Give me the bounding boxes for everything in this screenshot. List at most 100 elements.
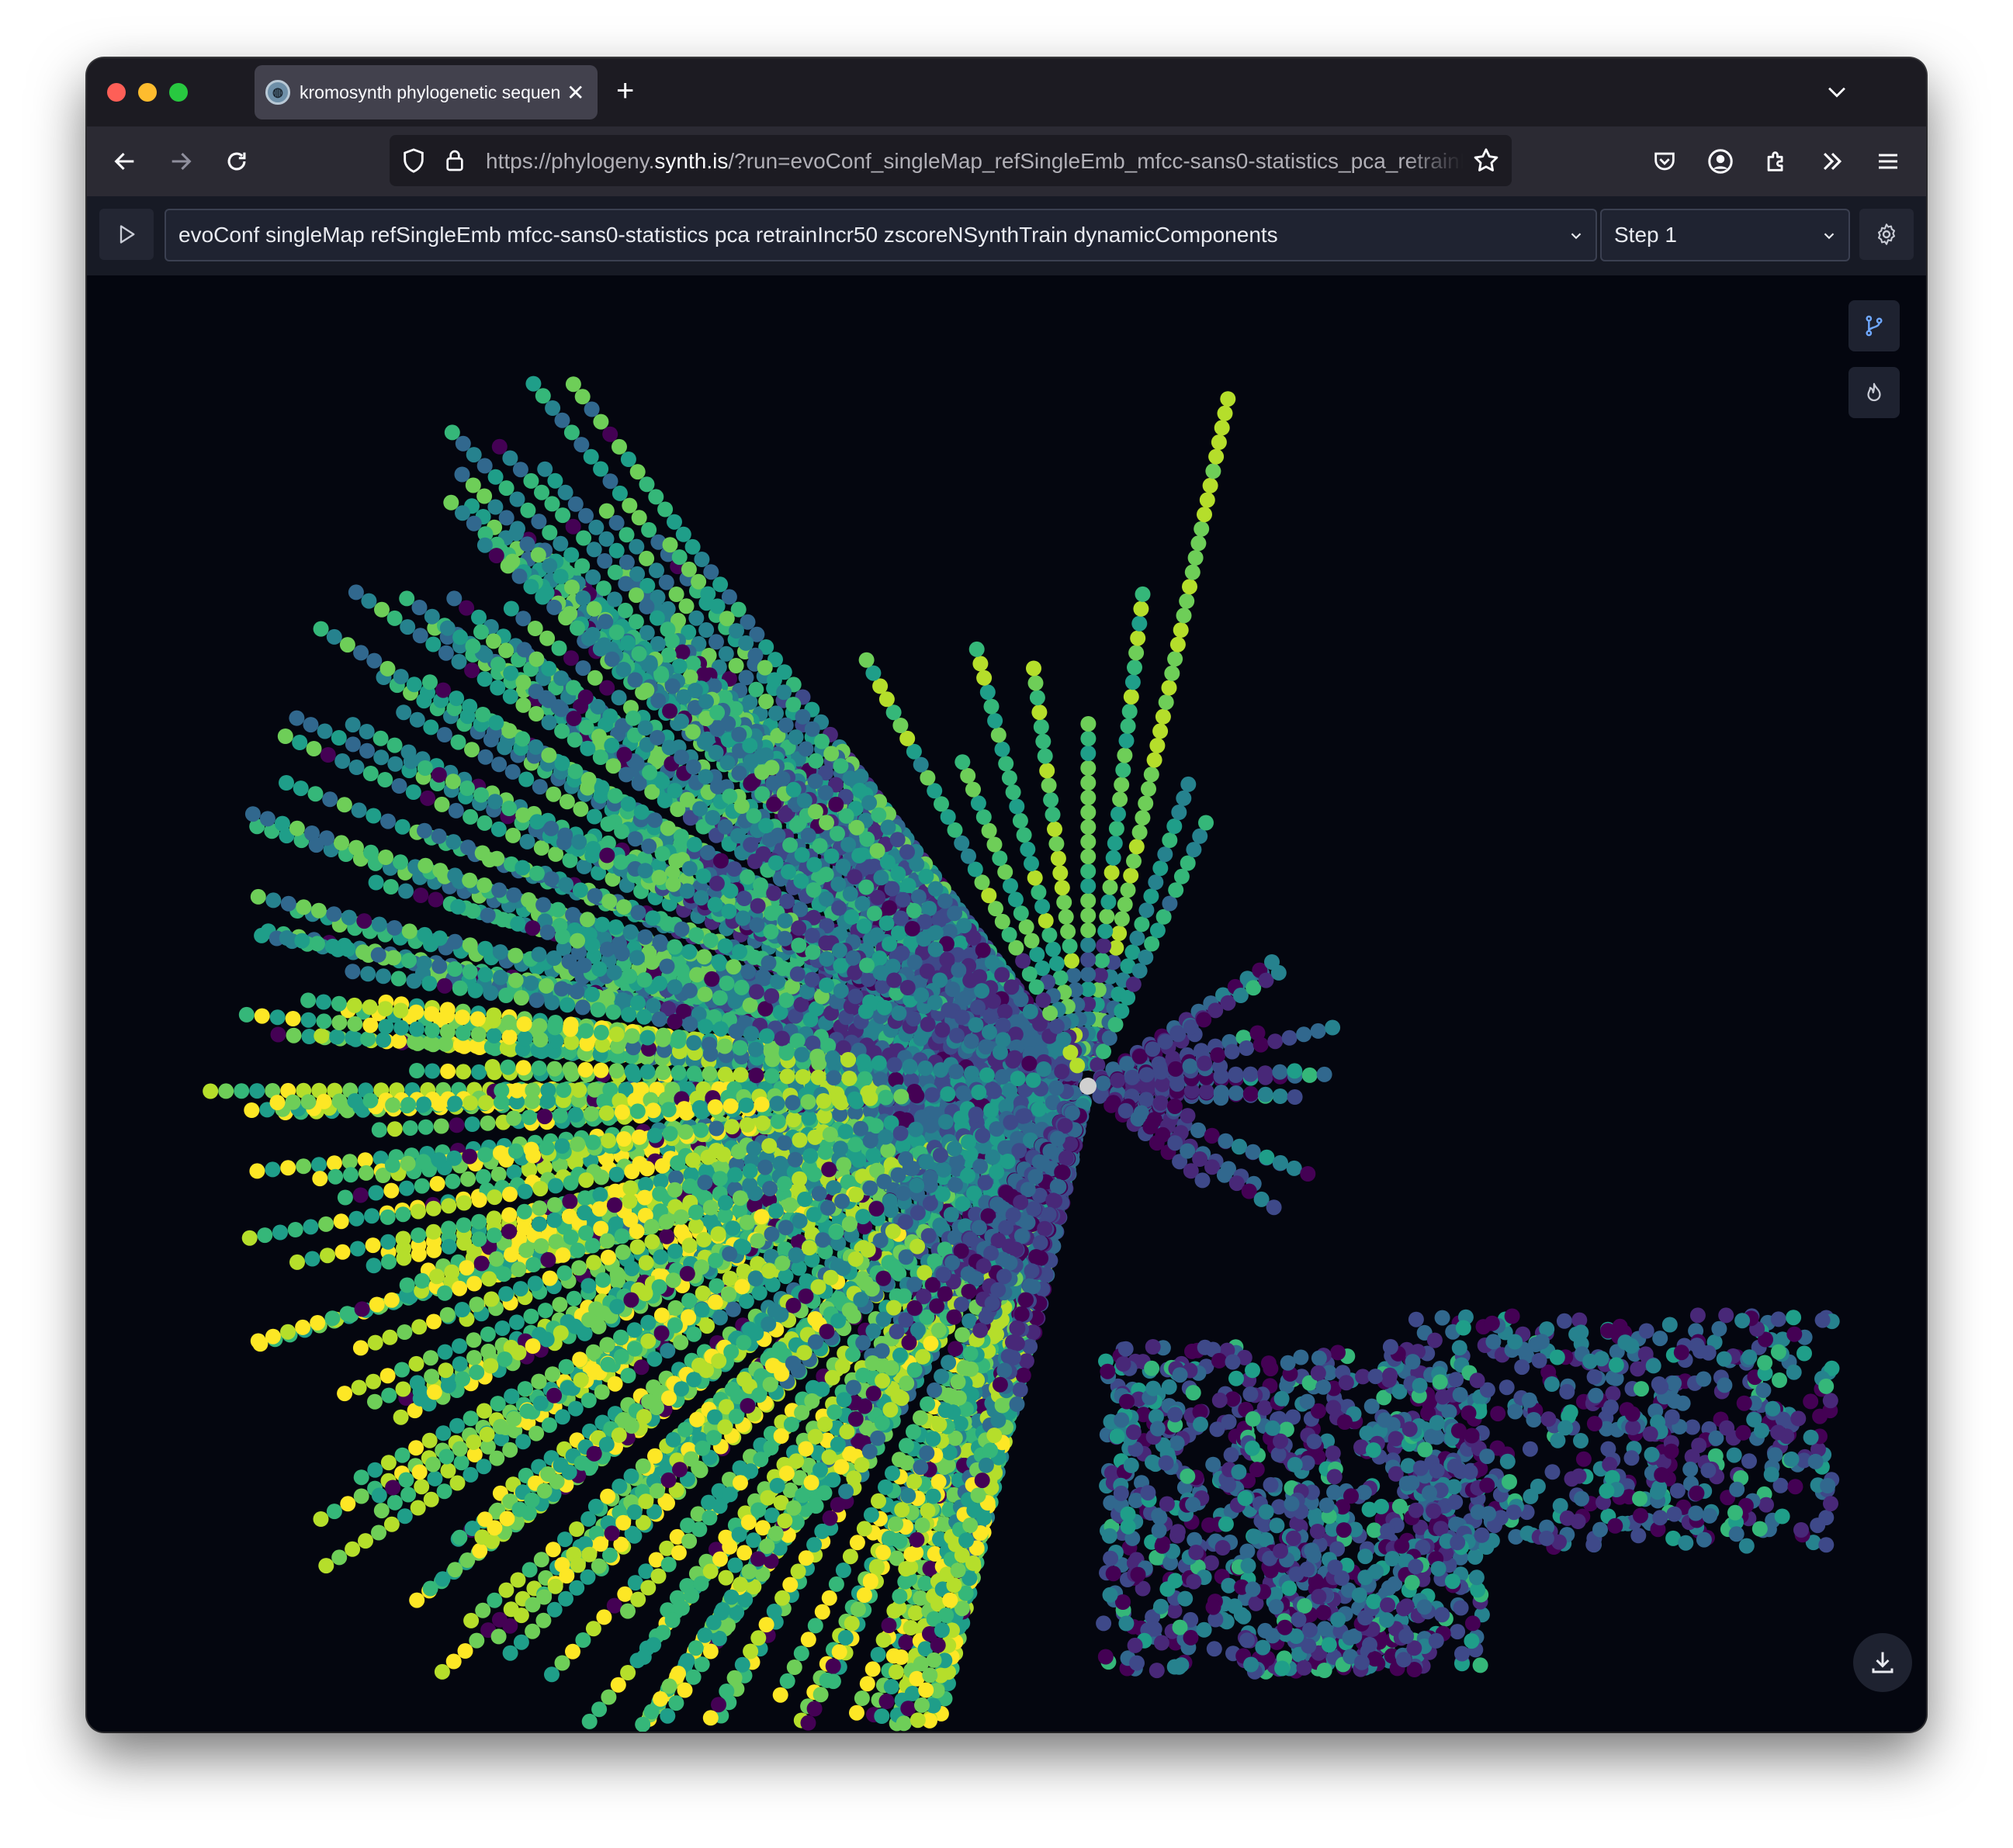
tree-node[interactable] <box>788 729 804 746</box>
phylogeny-viewport[interactable] <box>87 275 1926 1732</box>
tree-node[interactable] <box>878 1694 895 1709</box>
tree-node[interactable] <box>371 916 387 933</box>
tree-node[interactable] <box>270 1026 286 1043</box>
tree-node[interactable] <box>663 632 680 649</box>
tree-node[interactable] <box>234 1083 250 1099</box>
tree-node[interactable] <box>874 1708 890 1724</box>
tree-node[interactable] <box>508 947 524 964</box>
tree-node[interactable] <box>353 1488 369 1504</box>
tree-node[interactable] <box>409 1063 425 1078</box>
tree-node[interactable] <box>639 476 655 493</box>
tree-node[interactable] <box>326 1155 342 1171</box>
tree-node[interactable] <box>462 937 478 953</box>
tree-node[interactable] <box>893 1649 909 1665</box>
tree-node[interactable] <box>806 1537 823 1553</box>
tree-node[interactable] <box>492 944 508 960</box>
tree-node[interactable] <box>391 778 407 794</box>
tree-node[interactable] <box>362 766 379 781</box>
tree-node[interactable] <box>597 553 613 569</box>
tree-node[interactable] <box>649 562 664 579</box>
tree-node[interactable] <box>446 590 463 607</box>
tree-node[interactable] <box>289 820 305 836</box>
tree-node[interactable] <box>657 501 674 517</box>
tree-node[interactable] <box>584 401 600 417</box>
tree-node[interactable] <box>748 681 764 697</box>
tree-node[interactable] <box>473 624 489 640</box>
tree-node[interactable] <box>641 522 657 538</box>
tree-node[interactable] <box>363 844 379 860</box>
tree-node[interactable] <box>602 426 618 442</box>
tree-node[interactable] <box>336 797 352 813</box>
tree-node[interactable] <box>573 437 590 453</box>
tree-node[interactable] <box>768 705 784 722</box>
tree-node[interactable] <box>244 1102 260 1118</box>
window-close-button[interactable] <box>107 83 126 102</box>
tree-node[interactable] <box>658 574 674 590</box>
tree-node[interactable] <box>490 821 507 837</box>
tree-node[interactable] <box>459 600 475 616</box>
tree-node[interactable] <box>287 1222 303 1237</box>
tree-node[interactable] <box>469 1632 485 1649</box>
tree-node[interactable] <box>808 753 824 769</box>
tree-node[interactable] <box>702 1710 719 1726</box>
tree-node[interactable] <box>629 464 646 480</box>
tree-node[interactable] <box>870 1430 886 1446</box>
tree-node[interactable] <box>318 1216 334 1232</box>
tree-node[interactable] <box>312 1171 328 1187</box>
tree-node[interactable] <box>265 1161 281 1178</box>
tree-node[interactable] <box>447 933 463 950</box>
tree-node[interactable] <box>565 518 581 535</box>
tree-node[interactable] <box>515 611 532 627</box>
tree-node[interactable] <box>798 1550 814 1566</box>
tree-node[interactable] <box>364 1208 380 1224</box>
close-icon[interactable]: ✕ <box>566 80 584 106</box>
tree-node[interactable] <box>428 891 444 908</box>
tree-node[interactable] <box>414 1178 430 1194</box>
tree-node[interactable] <box>429 1175 445 1192</box>
tree-node[interactable] <box>378 850 393 865</box>
tree-node[interactable] <box>475 1168 491 1185</box>
tree-node[interactable] <box>598 531 615 547</box>
reload-button[interactable] <box>219 144 255 179</box>
tree-node[interactable] <box>685 656 702 672</box>
tree-node[interactable] <box>286 1027 302 1043</box>
tree-node[interactable] <box>399 1180 414 1196</box>
tree-node[interactable] <box>618 554 635 570</box>
tree-node[interactable] <box>569 1521 585 1537</box>
tree-node[interactable] <box>523 472 539 489</box>
tree-node[interactable] <box>475 1602 491 1618</box>
tree-node[interactable] <box>411 1319 428 1335</box>
tree-node[interactable] <box>618 527 635 543</box>
tree-node[interactable] <box>758 694 774 710</box>
tree-node[interactable] <box>393 854 408 870</box>
tree-node[interactable] <box>455 505 470 521</box>
tree-node[interactable] <box>660 1708 676 1724</box>
tree-node[interactable] <box>635 1458 651 1474</box>
tree-node[interactable] <box>341 1154 358 1170</box>
tree-node[interactable] <box>649 610 665 626</box>
lock-icon[interactable] <box>442 147 467 178</box>
tree-node[interactable] <box>340 1496 356 1512</box>
tree-node[interactable] <box>510 1572 526 1588</box>
tree-node[interactable] <box>639 598 655 614</box>
tree-node[interactable] <box>527 621 543 636</box>
tree-node[interactable] <box>414 1479 430 1495</box>
tree-node[interactable] <box>420 790 436 806</box>
tree-node[interactable] <box>427 1470 443 1486</box>
overflow-button[interactable] <box>1814 144 1850 179</box>
tree-node[interactable] <box>588 519 605 535</box>
tree-node[interactable] <box>552 1296 568 1313</box>
tree-node[interactable] <box>424 1063 441 1079</box>
tree-node[interactable] <box>814 1523 830 1539</box>
tree-node[interactable] <box>557 1531 573 1548</box>
tree-node[interactable] <box>249 1083 265 1099</box>
tree-node[interactable] <box>348 839 364 856</box>
tree-node[interactable] <box>576 530 592 546</box>
tree-node[interactable] <box>600 1488 616 1504</box>
tree-node[interactable] <box>575 660 591 677</box>
tree-node[interactable] <box>861 1443 878 1459</box>
tree-node[interactable] <box>505 827 521 843</box>
tree-node[interactable] <box>618 576 634 592</box>
tree-node[interactable] <box>413 888 429 903</box>
tree-node[interactable] <box>422 1580 438 1597</box>
